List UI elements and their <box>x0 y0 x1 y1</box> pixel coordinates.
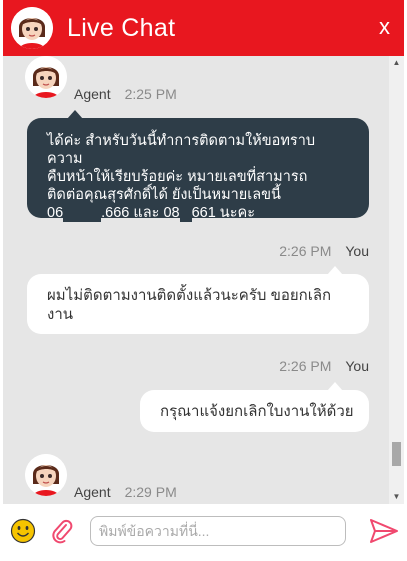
chat-title: Live Chat <box>67 13 176 42</box>
message-time: 2:26 PM <box>279 358 332 374</box>
message-text: ผมไม่ติดตามงานติดตั้งแล้วนะครับ ขอยกเลิก… <box>47 287 332 323</box>
message-meta: 2:26 PM You <box>279 243 369 259</box>
sender-name: Agent <box>74 86 111 102</box>
send-icon[interactable] <box>369 517 399 545</box>
agent-avatar-icon <box>25 56 67 98</box>
message-line: ได้ค่ะ สำหรับวันนี้ทำการติดตามให้ขอทราบค… <box>47 133 316 167</box>
emoji-icon[interactable] <box>10 518 36 544</box>
chat-header: Live Chat x <box>3 0 404 56</box>
agent-message-bubble: ได้ค่ะ สำหรับวันนี้ทำการติดตามให้ขอทราบค… <box>27 110 369 222</box>
message-input-bar <box>3 504 404 561</box>
message-time: 2:26 PM <box>279 243 332 259</box>
sender-name: You <box>345 243 369 259</box>
message-meta: 2:26 PM You <box>279 358 369 374</box>
scroll-up-icon[interactable]: ▲ <box>389 56 404 70</box>
message-text: กรุณาแจ้งยกเลิกใบงานให้ด้วย <box>160 403 354 420</box>
scroll-down-icon[interactable]: ▼ <box>389 490 404 504</box>
message-fragment: 06 <box>47 205 64 221</box>
message-meta: Agent 2:25 PM <box>74 86 177 102</box>
redaction <box>179 204 192 222</box>
conversation-scrollbar[interactable]: ▲ ▼ <box>389 56 404 504</box>
agent-avatar-icon <box>25 454 67 496</box>
redaction <box>63 204 102 222</box>
message-fragment: .666 และ 08 <box>101 205 180 221</box>
sender-name: Agent <box>74 484 111 500</box>
message-line: ติดต่อคุณสุรศักดิ์ได้ ยังเป็นหมายเลขนี้ <box>47 187 281 203</box>
agent-avatar-icon <box>11 7 53 49</box>
message-line: คืบหน้าให้เรียบร้อยค่ะ หมายเลขที่สามารถ <box>47 169 308 185</box>
message-time: 2:29 PM <box>124 484 177 500</box>
close-button[interactable]: x <box>379 14 390 40</box>
live-chat-widget: Live Chat x Agent 2:25 PM ได้ค่ะ สำหรับวั… <box>0 0 407 561</box>
message-input[interactable] <box>90 516 346 546</box>
sender-name: You <box>345 358 369 374</box>
user-message-bubble: กรุณาแจ้งยกเลิกใบงานให้ด้วย <box>140 382 369 432</box>
message-line: 06 .666 และ 08 661 นะคะ <box>47 204 349 222</box>
paperclip-icon[interactable] <box>49 518 75 544</box>
message-time: 2:25 PM <box>124 86 177 102</box>
message-meta: Agent 2:29 PM <box>74 484 177 500</box>
message-fragment: 661 นะคะ <box>191 205 255 221</box>
conversation-area[interactable]: Agent 2:25 PM ได้ค่ะ สำหรับวันนี้ทำการติด… <box>3 56 389 504</box>
scrollbar-thumb[interactable] <box>392 442 401 466</box>
user-message-bubble: ผมไม่ติดตามงานติดตั้งแล้วนะครับ ขอยกเลิก… <box>27 266 369 334</box>
